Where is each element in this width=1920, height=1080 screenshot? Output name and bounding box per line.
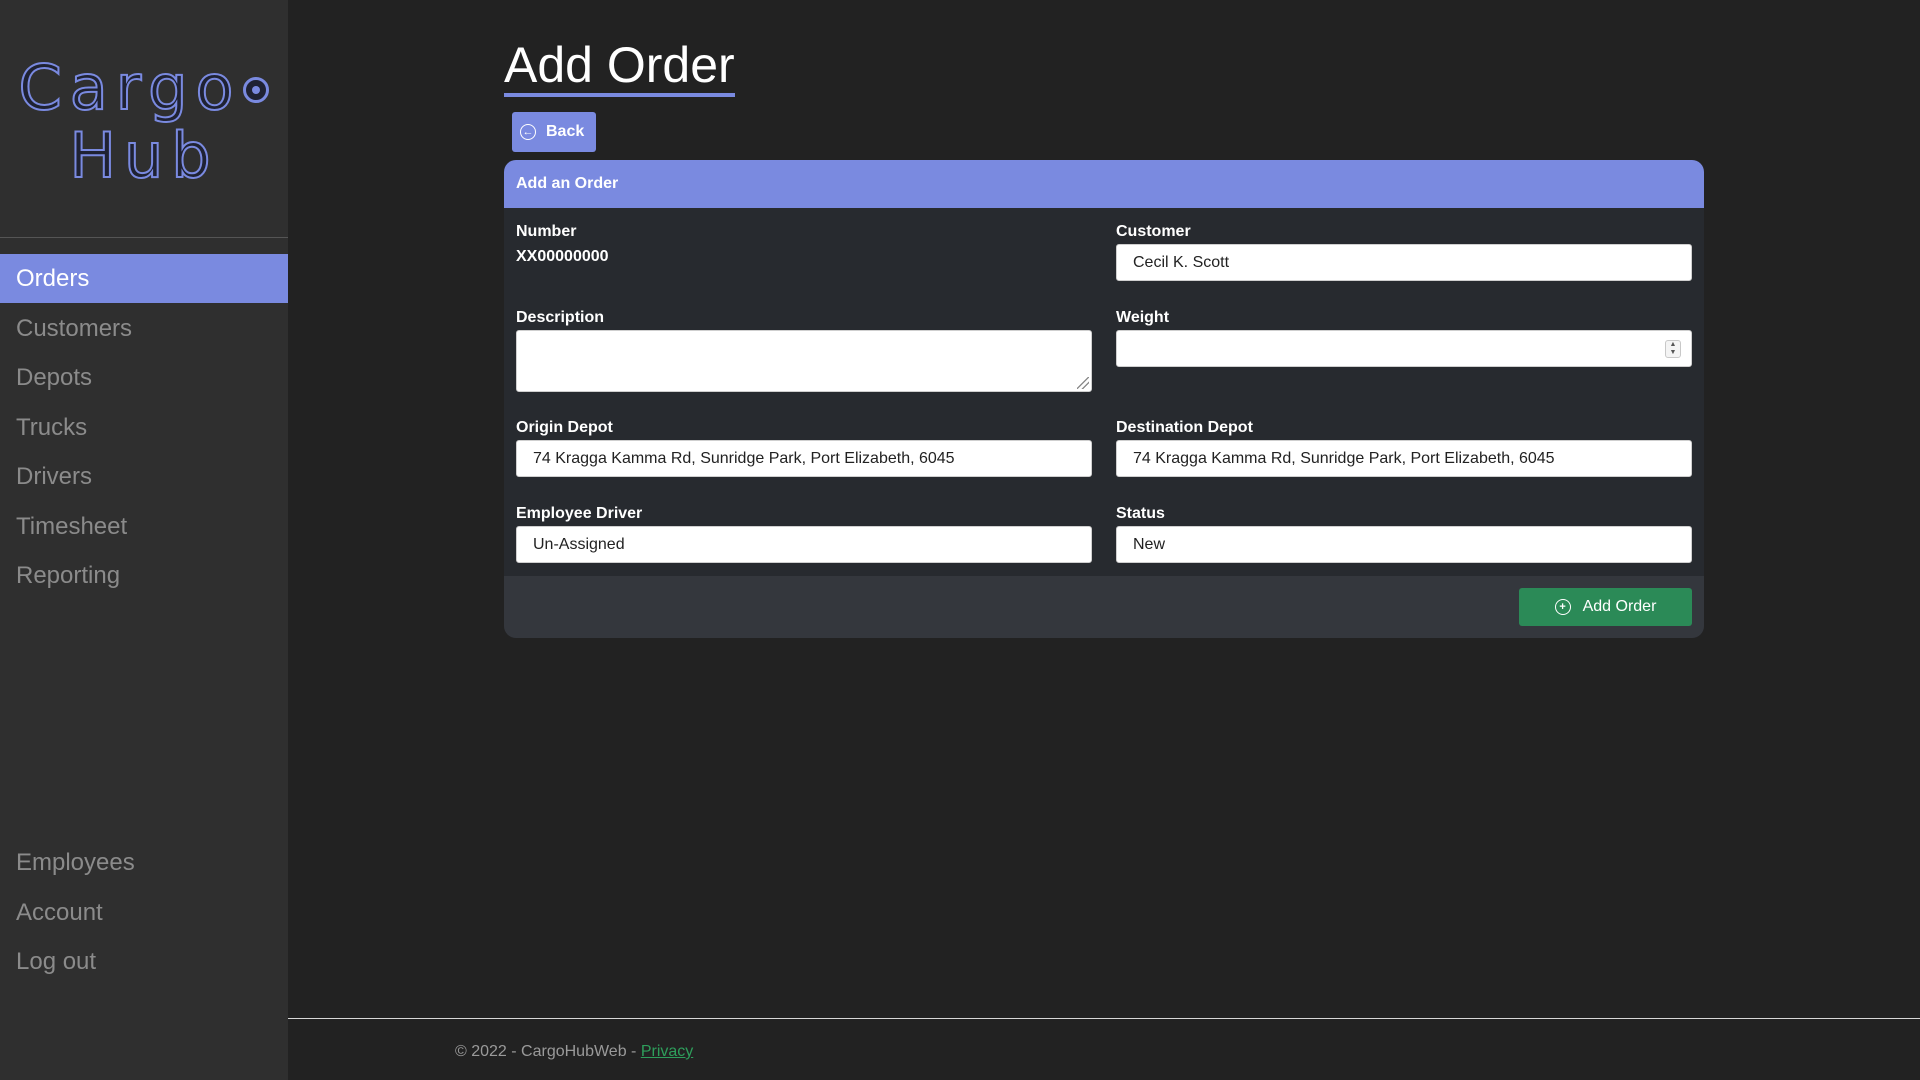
page-footer: © 2022 - CargoHubWeb - Privacy — [288, 1018, 1920, 1080]
description-textarea[interactable] — [516, 330, 1092, 392]
origin-depot-select[interactable]: 74 Kragga Kamma Rd, Sunridge Park, Port … — [516, 440, 1092, 477]
number-value: XX00000000 — [516, 248, 609, 265]
customer-label: Customer — [1116, 223, 1191, 240]
main-content: Add Order ← Back Add an Order Number XX0… — [288, 0, 1920, 1080]
origin-depot-value: 74 Kragga Kamma Rd, Sunridge Park, Port … — [533, 449, 955, 467]
customer-select-value: Cecil K. Scott — [1133, 253, 1230, 271]
customer-select[interactable]: Cecil K. Scott — [1116, 244, 1692, 281]
sidebar-item-reporting[interactable]: Reporting — [0, 551, 288, 600]
destination-depot-value: 74 Kragga Kamma Rd, Sunridge Park, Port … — [1133, 449, 1555, 467]
employee-driver-select[interactable]: Un-Assigned — [516, 526, 1092, 563]
sidebar-item-logout[interactable]: Log out — [0, 937, 288, 986]
gear-icon — [243, 76, 270, 103]
plus-circle-icon: + — [1554, 599, 1571, 615]
description-label: Description — [516, 309, 605, 326]
add-order-card: Add an Order Number XX00000000 Customer … — [504, 160, 1704, 638]
sidebar-nav: Orders Customers Depots Trucks Drivers T… — [0, 254, 288, 600]
sidebar: Cargo Hub Orders Customers Depots Trucks… — [0, 0, 288, 1080]
add-order-button[interactable]: + Add Order — [1519, 588, 1692, 626]
card-footer: + Add Order — [504, 576, 1704, 638]
add-order-button-label: Add Order — [1582, 598, 1657, 615]
sidebar-item-depots[interactable]: Depots — [0, 353, 288, 402]
footer-text: © 2022 - CargoHubWeb - Privacy — [455, 1043, 693, 1061]
status-label: Status — [1116, 505, 1165, 522]
destination-depot-select[interactable]: 74 Kragga Kamma Rd, Sunridge Park, Port … — [1116, 440, 1692, 477]
number-spinner-icon[interactable]: ▲ ▼ — [1665, 340, 1681, 358]
back-button-label: Back — [546, 123, 585, 140]
weight-label: Weight — [1116, 309, 1170, 326]
sidebar-item-orders[interactable]: Orders — [0, 254, 288, 303]
sidebar-item-timesheet[interactable]: Timesheet — [0, 502, 288, 551]
origin-depot-label: Origin Depot — [516, 419, 613, 436]
weight-input[interactable]: ▲ ▼ — [1116, 330, 1692, 367]
card-header: Add an Order — [504, 160, 1704, 208]
arrow-left-circle-icon: ← — [520, 124, 536, 140]
app-logo[interactable]: Cargo Hub — [0, 0, 288, 238]
page-title: Add Order — [504, 38, 735, 97]
logo-text-hub: Hub — [68, 118, 219, 192]
back-button[interactable]: ← Back — [512, 112, 596, 152]
copyright-text: © 2022 - CargoHubWeb - — [455, 1043, 641, 1060]
sidebar-item-trucks[interactable]: Trucks — [0, 403, 288, 452]
privacy-link[interactable]: Privacy — [641, 1043, 693, 1060]
sidebar-item-drivers[interactable]: Drivers — [0, 452, 288, 501]
number-label: Number — [516, 223, 577, 240]
employee-driver-label: Employee Driver — [516, 505, 643, 522]
sidebar-item-customers[interactable]: Customers — [0, 304, 288, 353]
logo-text-cargo: Cargo — [18, 50, 242, 124]
sidebar-bottom-nav: Employees Account Log out — [0, 838, 288, 987]
sidebar-item-account[interactable]: Account — [0, 888, 288, 937]
resize-handle-icon[interactable] — [1077, 377, 1089, 389]
sidebar-item-employees[interactable]: Employees — [0, 838, 288, 887]
status-value: New — [1133, 535, 1166, 553]
destination-depot-label: Destination Depot — [1116, 419, 1253, 436]
status-select[interactable]: New — [1116, 526, 1692, 563]
employee-driver-value: Un-Assigned — [533, 535, 625, 553]
